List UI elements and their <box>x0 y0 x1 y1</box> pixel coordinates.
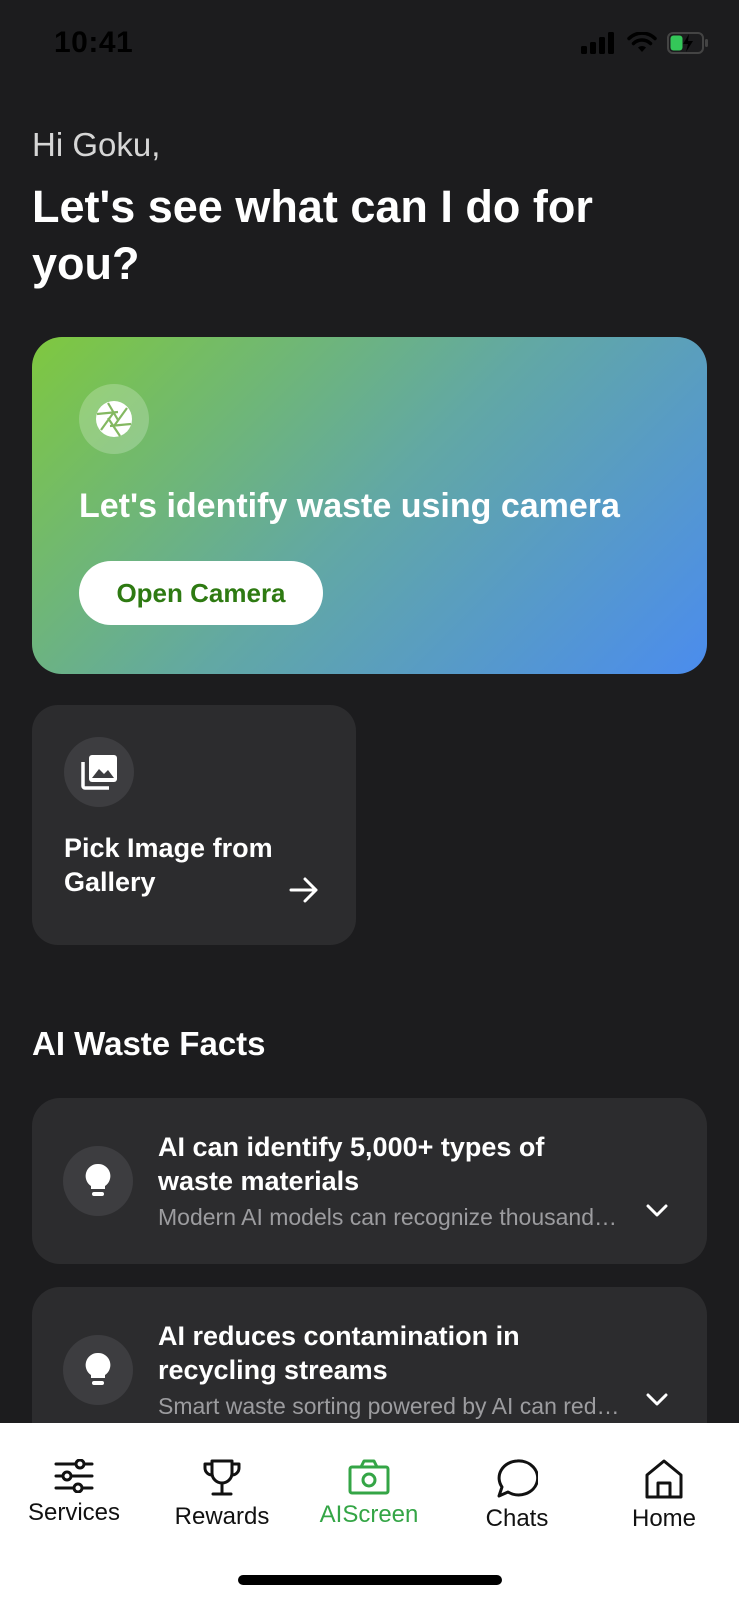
fact-title: AI can identify 5,000+ types of waste ma… <box>158 1132 545 1196</box>
pick-gallery-card[interactable]: Pick Image from Gallery <box>32 705 356 945</box>
tab-label: Home <box>631 1505 697 1532</box>
fact-icon-badge <box>63 1146 133 1216</box>
sliders-icon <box>54 1459 94 1493</box>
fact-description: Modern AI models can recognize thousands… <box>158 1204 628 1230</box>
aperture-icon-badge <box>79 384 149 454</box>
bottom-tab-bar: Services Rewards AIScreen Chats Home <box>0 1423 739 1600</box>
greeting-text: Hi Goku, <box>32 126 161 163</box>
tab-services[interactable]: Services <box>0 1423 148 1533</box>
tab-label: AIScreen <box>319 1501 419 1528</box>
page-headline: Let's see what can I do for you? <box>32 181 593 289</box>
chevron-down-icon[interactable] <box>646 1393 668 1407</box>
lightbulb-icon <box>85 1163 111 1196</box>
tab-label: Chats <box>485 1505 549 1532</box>
signal-icon <box>581 32 614 54</box>
gallery-card-label: Pick Image from Gallery <box>64 833 273 897</box>
battery-charging-icon <box>667 32 708 54</box>
status-time: 10:41 <box>54 26 134 59</box>
chevron-down-icon[interactable] <box>646 1204 668 1218</box>
tab-rewards[interactable]: Rewards <box>148 1423 296 1533</box>
arrow-right-icon <box>289 877 318 903</box>
status-icons <box>581 32 709 54</box>
gallery-icon <box>81 755 117 790</box>
home-icon <box>645 1459 683 1499</box>
gallery-icon-badge <box>64 737 134 807</box>
camera-card-title: Let's identify waste using camera <box>79 487 620 525</box>
tab-chats[interactable]: Chats <box>443 1423 591 1533</box>
fact-description: Smart waste sorting powered by AI can re… <box>158 1393 628 1419</box>
aperture-icon <box>96 401 132 437</box>
status-bar: 10:41 <box>0 0 739 92</box>
home-indicator[interactable] <box>238 1575 502 1585</box>
facts-section-title: AI Waste Facts <box>32 1025 266 1062</box>
tab-label: Rewards <box>174 1503 270 1530</box>
trophy-icon <box>203 1459 241 1496</box>
chat-bubble-icon <box>497 1459 538 1498</box>
fact-icon-badge <box>63 1335 133 1405</box>
camera-icon <box>348 1459 390 1495</box>
fact-title: AI reduces contamination in recycling st… <box>158 1321 520 1385</box>
lightbulb-icon <box>85 1352 111 1385</box>
open-camera-button[interactable]: Open Camera <box>79 561 323 625</box>
fact-card[interactable]: AI can identify 5,000+ types of waste ma… <box>32 1098 707 1264</box>
tab-home[interactable]: Home <box>590 1423 738 1533</box>
camera-card: Let's identify waste using camera Open C… <box>32 337 707 674</box>
wifi-icon <box>627 32 657 52</box>
tab-aiscreen[interactable]: AIScreen <box>295 1423 443 1533</box>
tab-label: Services <box>27 1499 121 1526</box>
